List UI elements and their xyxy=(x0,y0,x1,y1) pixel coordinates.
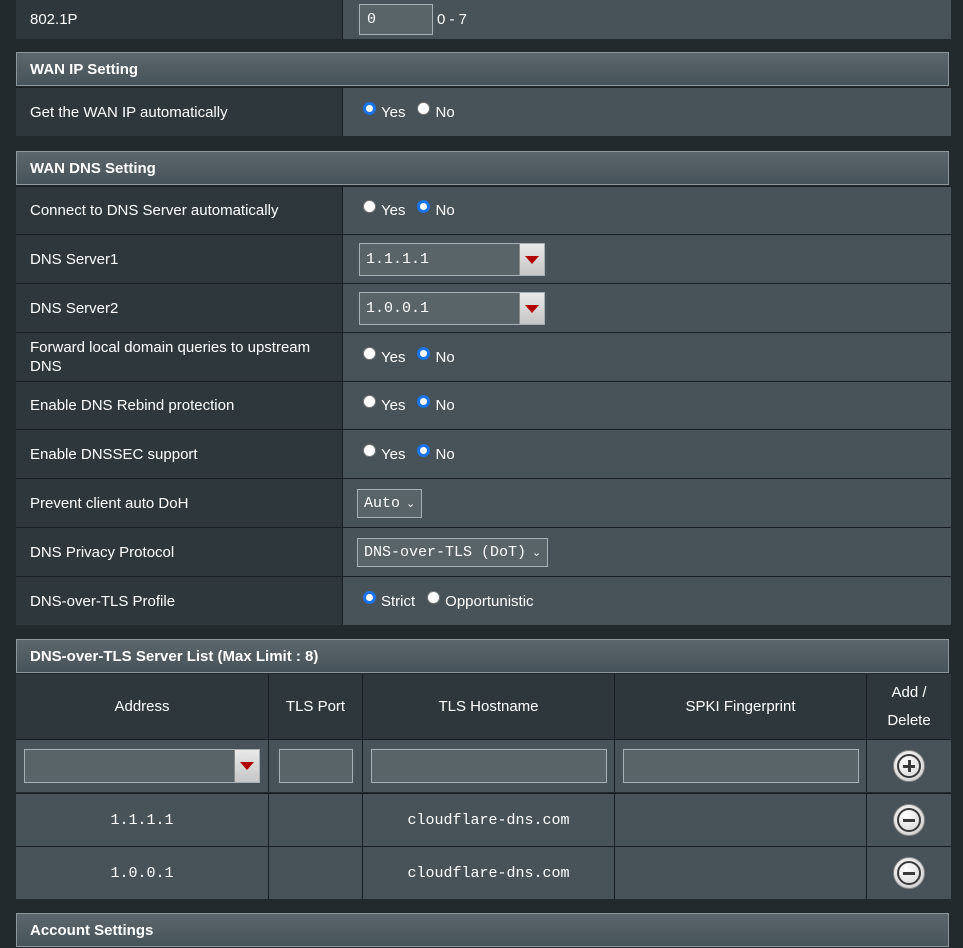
col-tls-port: TLS Port xyxy=(269,674,363,739)
wan-ip-auto-no-radio[interactable] xyxy=(417,101,431,115)
label-doh: Prevent client auto DoH xyxy=(16,479,343,527)
remove-circle-icon[interactable] xyxy=(893,804,925,836)
col-delete-label: Delete xyxy=(887,711,931,729)
wan-dns-header: WAN DNS Setting xyxy=(16,151,949,185)
dnssec-yes-radio[interactable] xyxy=(363,443,376,457)
8021p-input[interactable]: 0 xyxy=(359,3,433,35)
dot-profile-strict-radio[interactable] xyxy=(363,590,376,604)
row-rebind: Enable DNS Rebind protection Yes No xyxy=(16,381,951,429)
dot-profile-opportunistic-radio[interactable] xyxy=(427,590,441,604)
row-spki xyxy=(615,794,867,846)
row-doh: Prevent client auto DoH Auto ⌄ xyxy=(16,478,951,527)
dropdown-arrow-icon[interactable] xyxy=(519,292,544,324)
label-wan-ip-auto: Get the WAN IP automatically xyxy=(16,88,343,136)
rebind-yes-label: Yes xyxy=(381,397,406,414)
table-row: 1.1.1.1 cloudflare-dns.com xyxy=(16,793,951,846)
row-hostname: cloudflare-dns.com xyxy=(363,794,615,846)
row-dot-profile: DNS-over-TLS Profile Strict Opportunisti… xyxy=(16,576,951,625)
dns1-value: 1.1.1.1 xyxy=(366,250,430,268)
row-spki xyxy=(615,847,867,899)
wan-ip-auto-no-label: No xyxy=(435,103,455,121)
col-add-delete: Add / Delete xyxy=(867,674,951,739)
forward-local-no-label: No xyxy=(435,348,455,366)
dns2-value: 1.0.0.1 xyxy=(366,299,430,317)
dot-input-row xyxy=(16,739,951,792)
label-dns2: DNS Server2 xyxy=(16,284,343,332)
row-port xyxy=(269,847,363,899)
dns-auto-no-label: No xyxy=(435,202,455,219)
dot-table-header-row: Address TLS Port TLS Hostname SPKI Finge… xyxy=(16,674,951,739)
doh-select[interactable]: Auto ⌄ xyxy=(357,488,423,518)
dns2-combobox[interactable]: 1.0.0.1 xyxy=(359,291,545,325)
row-forward-local: Forward local domain queries to upstream… xyxy=(16,332,951,381)
dot-profile-opportunistic-label: Opportunistic xyxy=(445,592,534,610)
add-circle-icon[interactable] xyxy=(893,750,925,782)
tls-hostname-input[interactable] xyxy=(370,749,607,783)
row-wan-ip-auto: Get the WAN IP automatically Yes No xyxy=(16,87,951,136)
address-combobox[interactable] xyxy=(24,749,260,783)
8021p-range: 0 - 7 xyxy=(437,10,468,28)
row-dns-auto: Connect to DNS Server automatically Yes … xyxy=(16,186,951,234)
label-dns1: DNS Server1 xyxy=(16,235,343,283)
dnssec-no-radio[interactable] xyxy=(417,443,431,457)
remove-circle-icon[interactable] xyxy=(893,857,925,889)
row-dns1: DNS Server1 1.1.1.1 xyxy=(16,234,951,283)
rebind-no-radio[interactable] xyxy=(417,395,431,408)
forward-local-no-radio[interactable] xyxy=(417,346,431,360)
wan-ip-header: WAN IP Setting xyxy=(16,52,949,86)
row-hostname: cloudflare-dns.com xyxy=(363,847,615,899)
col-spki: SPKI Fingerprint xyxy=(615,674,867,739)
dropdown-arrow-icon[interactable] xyxy=(234,750,259,782)
dns-auto-yes-label: Yes xyxy=(381,202,406,219)
label-forward-local: Forward local domain queries to upstream… xyxy=(16,333,343,381)
label-dns-auto: Connect to DNS Server automatically xyxy=(16,187,343,234)
tls-port-input[interactable] xyxy=(278,749,353,783)
dot-list-header: DNS-over-TLS Server List (Max Limit : 8) xyxy=(16,639,949,673)
label-8021p: 802.1P xyxy=(16,0,343,39)
dnssec-yes-label: Yes xyxy=(381,445,406,463)
spki-input[interactable] xyxy=(622,749,859,783)
dns-auto-yes-radio[interactable] xyxy=(363,200,376,213)
forward-local-yes-label: Yes xyxy=(381,348,406,366)
account-settings-header: Account Settings xyxy=(16,913,949,947)
row-8021p: 802.1P 0 0 - 7 xyxy=(16,0,951,39)
label-rebind: Enable DNS Rebind protection xyxy=(16,382,343,429)
rebind-yes-radio[interactable] xyxy=(363,395,376,408)
dot-profile-strict-label: Strict xyxy=(381,592,416,610)
dns1-combobox[interactable]: 1.1.1.1 xyxy=(359,242,545,276)
col-add-label: Add / xyxy=(891,683,927,701)
dropdown-arrow-icon[interactable] xyxy=(519,243,544,275)
forward-local-yes-radio[interactable] xyxy=(363,346,376,360)
chevron-down-icon: ⌄ xyxy=(532,545,542,559)
table-row: 1.0.0.1 cloudflare-dns.com xyxy=(16,846,951,899)
row-dns2: DNS Server2 1.0.0.1 xyxy=(16,283,951,332)
col-tls-hostname: TLS Hostname xyxy=(363,674,615,739)
label-dnssec: Enable DNSSEC support xyxy=(16,430,343,478)
chevron-down-icon: ⌄ xyxy=(406,496,416,510)
row-port xyxy=(269,794,363,846)
dnssec-no-label: No xyxy=(435,445,455,463)
dns-auto-no-radio[interactable] xyxy=(417,200,431,213)
privacy-value: DNS-over-TLS (DoT) xyxy=(364,543,527,561)
privacy-select[interactable]: DNS-over-TLS (DoT) ⌄ xyxy=(357,537,549,567)
doh-value: Auto xyxy=(364,494,401,512)
row-dnssec: Enable DNSSEC support Yes No xyxy=(16,429,951,478)
wan-ip-auto-yes-radio[interactable] xyxy=(363,101,376,115)
col-address: Address xyxy=(16,674,269,739)
row-privacy: DNS Privacy Protocol DNS-over-TLS (DoT) … xyxy=(16,527,951,576)
label-privacy: DNS Privacy Protocol xyxy=(16,528,343,576)
rebind-no-label: No xyxy=(435,397,455,414)
row-address: 1.0.0.1 xyxy=(16,847,269,899)
row-address: 1.1.1.1 xyxy=(16,794,269,846)
wan-ip-auto-yes-label: Yes xyxy=(381,103,406,121)
label-dot-profile: DNS-over-TLS Profile xyxy=(16,577,343,625)
